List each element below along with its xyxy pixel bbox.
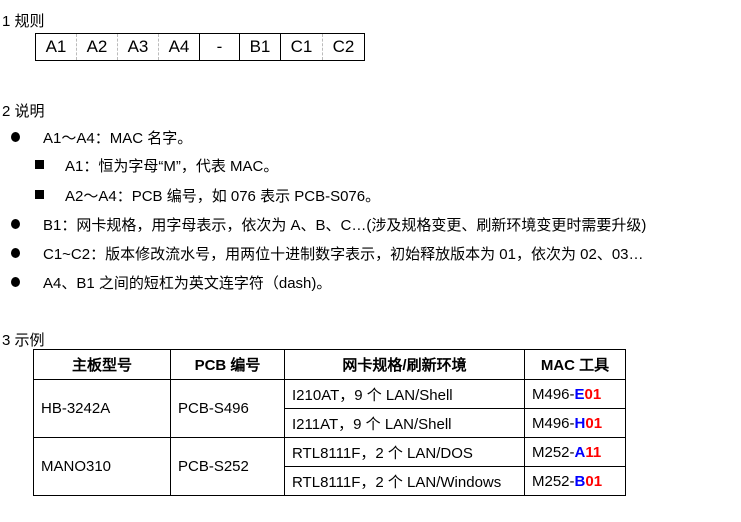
mac-b1: E — [574, 385, 585, 403]
list-item: A1：恒为字母“M”，代表 MAC。 — [65, 158, 279, 175]
square-bullet-icon — [35, 190, 44, 199]
example-table: 主板型号 PCB 编号 网卡规格/刷新环境 MAC 工具 HB-3242A PC… — [33, 349, 626, 496]
nic-cell: I211AT，9 个 LAN/Shell — [284, 408, 525, 438]
mac-cell: M496-H01 — [524, 408, 626, 438]
mac-prefix: M496- — [532, 414, 575, 432]
bullet-icon — [11, 132, 20, 142]
square-bullet-icon — [35, 160, 44, 169]
board-cell: HB-3242A — [33, 379, 171, 438]
rule-cell: A4 — [158, 33, 200, 61]
rule-cell: A3 — [117, 33, 159, 61]
header-pcb: PCB 编号 — [170, 349, 285, 380]
header-board: 主板型号 — [33, 349, 171, 380]
list-item: A4、B1 之间的短杠为英文连字符（dash)。 — [43, 275, 332, 292]
rule-cell: A1 — [35, 33, 77, 61]
mac-b1: B — [574, 472, 586, 490]
bullet-icon — [11, 248, 20, 258]
list-item: A2～A4：PCB 编号，如 076 表示 PCB-S076。 — [65, 188, 381, 205]
mac-c: 01 — [585, 472, 603, 490]
mac-b1: H — [574, 414, 586, 432]
mac-cell: M252-A11 — [524, 437, 626, 467]
mac-b1: A — [574, 443, 586, 461]
table-row: HB-3242A PCB-S496 I210AT，9 个 LAN/Shell M… — [33, 379, 626, 438]
bullet-icon — [11, 277, 20, 287]
nic-cell: RTL8111F，2 个 LAN/Windows — [284, 466, 525, 496]
rule-cell: A2 — [76, 33, 118, 61]
rule-cell: C2 — [322, 33, 365, 61]
header-mac: MAC 工具 — [524, 349, 626, 380]
mac-c: 01 — [585, 414, 603, 432]
mac-prefix: M252- — [532, 472, 575, 490]
mac-c: 11 — [585, 443, 602, 461]
pcb-cell: PCB-S496 — [170, 379, 285, 438]
bullet-icon — [11, 219, 20, 229]
rule-cell: - — [199, 33, 240, 61]
list-item: A1～A4：MAC 名字。 — [43, 130, 193, 147]
table-row: MANO310 PCB-S252 RTL8111F，2 个 LAN/DOS M2… — [33, 437, 626, 496]
mac-prefix: M252- — [532, 443, 575, 461]
mac-prefix: M496- — [532, 385, 575, 403]
pcb-cell: PCB-S252 — [170, 437, 285, 496]
nic-cell: I210AT，9 个 LAN/Shell — [284, 379, 525, 409]
rule-cell: B1 — [239, 33, 281, 61]
list-item: C1~C2：版本修改流水号，用两位十进制数字表示，初始释放版本为 01，依次为 … — [43, 246, 644, 263]
rule-table: A1 A2 A3 A4 - B1 C1 C2 — [35, 33, 365, 61]
list-item: B1：网卡规格，用字母表示，依次为 A、B、C…(涉及规格变更、刷新环境变更时需… — [43, 217, 647, 234]
mac-cell: M496-E01 — [524, 379, 626, 409]
mac-c: 01 — [584, 385, 602, 403]
section-2-title: 2 说明 — [2, 103, 45, 120]
nic-cell: RTL8111F，2 个 LAN/DOS — [284, 437, 525, 467]
rule-cell: C1 — [280, 33, 323, 61]
section-1-title: 1 规则 — [2, 13, 45, 30]
header-nic: 网卡规格/刷新环境 — [284, 349, 525, 380]
mac-cell: M252-B01 — [524, 466, 626, 496]
section-3-title: 3 示例 — [2, 332, 45, 349]
board-cell: MANO310 — [33, 437, 171, 496]
